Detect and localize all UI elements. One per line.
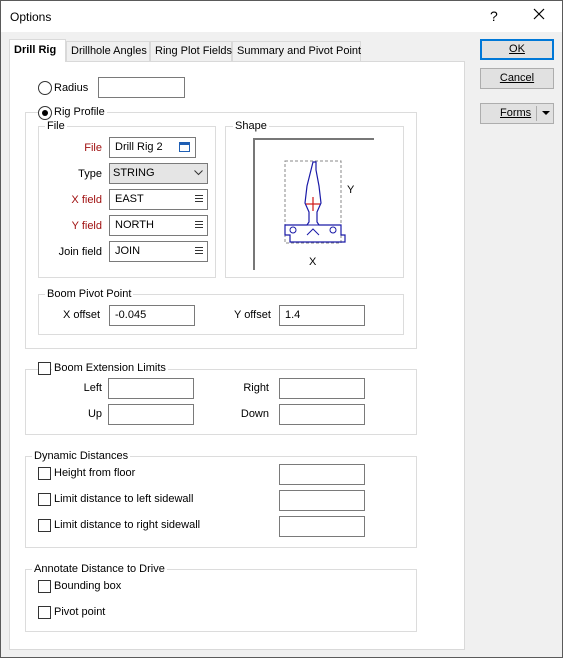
forms-split-divider bbox=[536, 106, 537, 121]
x-field-input[interactable]: EAST bbox=[109, 189, 208, 210]
browse-icon[interactable] bbox=[179, 142, 190, 152]
close-icon[interactable] bbox=[531, 6, 547, 22]
annotate-distance-group bbox=[25, 569, 417, 632]
title-bar: Options ? bbox=[1, 1, 562, 32]
tab-drillhole-angles[interactable]: Drillhole Angles bbox=[66, 41, 150, 61]
bounding-box-checkbox[interactable] bbox=[38, 580, 51, 593]
boom-pivot-title: Boom Pivot Point bbox=[45, 288, 134, 301]
file-input[interactable]: Drill Rig 2 bbox=[109, 137, 196, 158]
drill-rig-panel: Radius Rig Profile File File Drill Rig 2… bbox=[9, 61, 465, 650]
right-label: Right bbox=[243, 382, 269, 394]
rig-profile-label: Rig Profile bbox=[52, 106, 107, 119]
annotate-distance-title: Annotate Distance to Drive bbox=[32, 563, 167, 576]
type-select[interactable]: STRING bbox=[109, 163, 208, 184]
y-offset-label: Y offset bbox=[234, 309, 271, 321]
y-offset-input[interactable]: 1.4 bbox=[279, 305, 365, 326]
field-list-icon[interactable] bbox=[195, 247, 203, 257]
pivot-point-checkbox[interactable] bbox=[38, 606, 51, 619]
down-input[interactable] bbox=[279, 404, 365, 425]
pivot-point-label: Pivot point bbox=[54, 606, 106, 618]
rig-shape-drawing bbox=[284, 160, 346, 244]
tab-drill-rig[interactable]: Drill Rig bbox=[9, 39, 66, 62]
y-field-label: Y field bbox=[71, 220, 102, 232]
file-label: File bbox=[84, 142, 102, 154]
help-button[interactable]: ? bbox=[490, 8, 498, 24]
y-field-input[interactable]: NORTH bbox=[109, 215, 208, 236]
tab-summary-pivot-point[interactable]: Summary and Pivot Point bbox=[232, 41, 361, 61]
boom-extension-checkbox[interactable] bbox=[38, 362, 51, 375]
left-sidewall-label: Limit distance to left sidewall bbox=[54, 493, 194, 505]
radius-radio[interactable] bbox=[38, 81, 52, 95]
shape-group-title: Shape bbox=[233, 120, 269, 133]
radius-label: Radius bbox=[54, 82, 89, 94]
right-sidewall-input[interactable] bbox=[279, 516, 365, 537]
left-sidewall-input[interactable] bbox=[279, 490, 365, 511]
join-field-input[interactable]: JOIN bbox=[109, 241, 208, 262]
type-label: Type bbox=[78, 168, 102, 180]
field-list-icon[interactable] bbox=[195, 221, 203, 231]
chevron-down-icon bbox=[194, 170, 203, 176]
left-input[interactable] bbox=[108, 378, 194, 399]
window-title: Options bbox=[10, 10, 52, 24]
up-input[interactable] bbox=[108, 404, 194, 425]
boom-extension-title: Boom Extension Limits bbox=[52, 362, 168, 375]
height-from-floor-input[interactable] bbox=[279, 464, 365, 485]
down-label: Down bbox=[240, 408, 269, 420]
radius-input[interactable] bbox=[98, 77, 185, 98]
x-field-label: X field bbox=[71, 194, 102, 206]
right-sidewall-label: Limit distance to right sidewall bbox=[54, 519, 201, 531]
right-input[interactable] bbox=[279, 378, 365, 399]
join-field-label: Join field bbox=[58, 246, 102, 258]
y-axis-label: Y bbox=[347, 184, 355, 196]
field-list-icon[interactable] bbox=[195, 195, 203, 205]
height-from-floor-checkbox[interactable] bbox=[38, 467, 51, 480]
x-axis-label: X bbox=[309, 256, 317, 268]
forms-dropdown-arrow-icon[interactable] bbox=[542, 111, 550, 116]
cancel-button[interactable]: Cancel bbox=[480, 68, 554, 89]
x-offset-input[interactable]: -0.045 bbox=[109, 305, 195, 326]
ok-button[interactable]: OK bbox=[480, 39, 554, 60]
left-label: Left bbox=[83, 382, 102, 394]
tab-ring-plot-fields[interactable]: Ring Plot Fields bbox=[150, 41, 232, 61]
left-sidewall-checkbox[interactable] bbox=[38, 493, 51, 506]
options-dialog: Options ? Drill Rig Drillhole Angles Rin… bbox=[0, 0, 563, 658]
bounding-box-label: Bounding box bbox=[54, 580, 122, 592]
height-from-floor-label: Height from floor bbox=[54, 467, 136, 479]
file-group-title: File bbox=[45, 120, 67, 133]
dynamic-distances-title: Dynamic Distances bbox=[32, 450, 131, 463]
shape-preview: Y X bbox=[253, 138, 374, 270]
right-sidewall-checkbox[interactable] bbox=[38, 519, 51, 532]
rig-profile-radio[interactable] bbox=[38, 106, 52, 120]
forms-button[interactable]: Forms bbox=[480, 103, 554, 124]
x-offset-label: X offset bbox=[63, 309, 101, 321]
up-label: Up bbox=[87, 408, 102, 420]
